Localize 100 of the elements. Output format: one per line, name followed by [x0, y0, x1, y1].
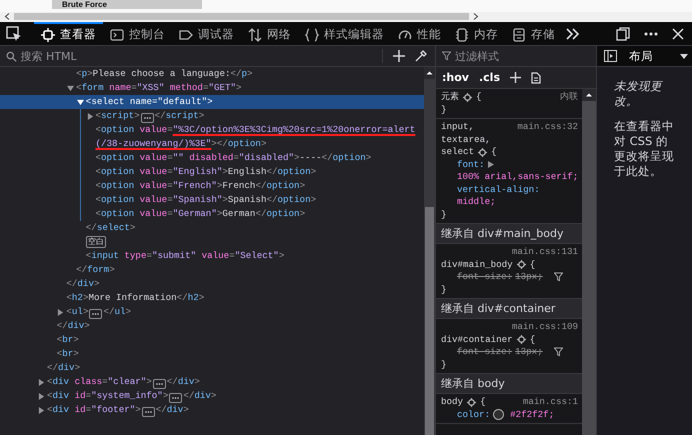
expand-toggle-icon[interactable]	[86, 112, 94, 120]
css-value[interactable]: 100% arial,sans-serif;	[457, 171, 578, 184]
rule-source-link[interactable]: main.css:1	[522, 396, 578, 408]
inherited-header: 继承自 div#container	[436, 299, 582, 319]
layout-tab[interactable]: 布局	[629, 48, 653, 64]
ellipsis-icon[interactable]	[169, 393, 182, 403]
css-value[interactable]: 13px;	[515, 271, 543, 284]
storage-icon	[512, 28, 526, 42]
devtools-tab[interactable]: 查看器	[34, 22, 103, 45]
vertical-scrollbar[interactable]	[424, 67, 435, 435]
devtools-tab[interactable]: 存储	[505, 22, 562, 45]
expand-toggle-icon[interactable]	[488, 161, 494, 168]
filter-icon	[442, 51, 452, 61]
style-editor-icon	[305, 28, 319, 42]
add-icon[interactable]	[510, 72, 521, 83]
markup-line[interactable]: </div>	[0, 277, 424, 291]
devtools-tab[interactable]: 调试器	[172, 22, 241, 45]
markup-line[interactable]: <form name="XSS" method="GET">	[0, 81, 424, 95]
markup-line[interactable]: <div class="clear"> </div>	[0, 375, 424, 389]
close-icon[interactable]	[672, 28, 684, 40]
inspector-icon	[41, 28, 55, 42]
rule-selector: 元素	[441, 91, 459, 104]
css-property[interactable]: font:	[457, 158, 485, 171]
markup-line[interactable]: </div>	[0, 361, 424, 375]
expand-toggle-icon[interactable]	[38, 406, 45, 414]
rule-selector: body	[441, 396, 464, 408]
ellipsis-icon[interactable]	[152, 379, 166, 389]
markup-line[interactable]: <div id="system_info"> </div>	[0, 389, 424, 403]
eyedropper-icon[interactable]	[415, 50, 427, 62]
dock-icon[interactable]	[616, 26, 630, 40]
sidebar-toggle-icon[interactable]	[604, 50, 617, 62]
class-toggle[interactable]: .cls	[478, 71, 500, 84]
css-property[interactable]: color:	[457, 408, 490, 421]
css-property[interactable]: font-size:	[457, 271, 512, 284]
css-value[interactable]: #2f2f2f;	[510, 408, 554, 421]
page-button[interactable]: Brute Force	[52, 0, 202, 9]
brace: {	[480, 396, 486, 408]
css-value[interactable]: 13px;	[515, 346, 543, 358]
css-value[interactable]: middle;	[457, 196, 496, 208]
target-icon[interactable]	[516, 335, 526, 344]
rule-selector: select	[441, 146, 474, 158]
console-icon	[110, 28, 124, 42]
devtools-tab[interactable]: 性能	[391, 22, 448, 45]
css-property[interactable]: font-size:	[457, 346, 512, 358]
devtools-tab[interactable]: 内存	[448, 22, 505, 45]
expand-toggle-icon[interactable]	[38, 392, 45, 400]
markup-line[interactable]: <input type="submit" value="Select">	[0, 249, 424, 263]
devtools-tab[interactable]: 控制台	[103, 22, 172, 45]
filter-icon[interactable]	[554, 347, 563, 358]
markup-line[interactable]: <ul> </ul>	[0, 305, 424, 319]
search-field[interactable]: 搜索 HTML	[20, 50, 372, 62]
markup-line[interactable]: 空白	[0, 235, 424, 249]
devtools-tab[interactable]: 样式编辑器	[298, 22, 391, 45]
markup-line[interactable]: <div id="footer"> </div>	[0, 403, 424, 417]
target-icon[interactable]	[516, 260, 526, 270]
vertical-scrollbar[interactable]	[582, 89, 596, 435]
scroll-up-icon[interactable]	[424, 67, 435, 79]
css-property[interactable]: vertical-align:	[457, 184, 540, 196]
devtools-tab[interactable]: 网络	[241, 22, 298, 45]
expand-toggle-icon[interactable]	[57, 308, 64, 316]
expand-toggle-icon[interactable]	[76, 98, 84, 106]
rule-selector: textarea,	[441, 134, 491, 146]
markup-line[interactable]: <br>	[0, 347, 424, 361]
rule-source-link[interactable]: main.css:32	[517, 121, 578, 134]
document-icon[interactable]	[531, 72, 541, 84]
brace: {	[530, 258, 536, 271]
dropdown-icon[interactable]	[680, 54, 688, 58]
horizontal-scrollbar[interactable]	[0, 12, 692, 21]
markup-line[interactable]: <br>	[0, 333, 424, 347]
markup-line[interactable]: <h2>More Information</h2>	[0, 291, 424, 305]
markup-line[interactable]: </form>	[0, 263, 424, 277]
expand-toggle-icon[interactable]	[67, 84, 74, 92]
more-options-icon[interactable]	[644, 32, 658, 36]
filter-icon[interactable]	[554, 272, 563, 282]
rule-source-link[interactable]: main.css:131	[512, 246, 578, 258]
ellipsis-icon[interactable]	[142, 407, 155, 417]
filter-styles-field[interactable]: 过滤样式	[436, 46, 596, 67]
element-picker-icon[interactable]	[6, 26, 22, 42]
markup-line[interactable]: </select>	[0, 221, 424, 235]
color-swatch[interactable]	[493, 409, 504, 420]
brace: }	[441, 104, 448, 116]
target-icon[interactable]	[463, 92, 472, 102]
rule-selector: input,	[441, 121, 474, 134]
markup-line[interactable]: </div>	[0, 319, 424, 333]
expand-toggle-icon[interactable]	[38, 378, 45, 386]
ellipsis-icon[interactable]	[89, 309, 102, 319]
scroll-up-icon[interactable]	[582, 89, 596, 101]
add-icon[interactable]	[393, 50, 405, 62]
rule-source-link[interactable]: 内联	[560, 91, 578, 104]
target-icon[interactable]	[478, 148, 488, 157]
chevron-right-icon[interactable]	[566, 28, 580, 40]
debugger-icon	[179, 28, 193, 42]
filter-input[interactable]: 过滤样式	[455, 50, 588, 62]
hover-toggle[interactable]: :hov	[442, 71, 469, 84]
target-icon[interactable]	[467, 398, 476, 407]
memory-icon	[455, 28, 469, 42]
performance-icon	[398, 28, 412, 42]
markup-line[interactable]: <p>Please choose a language:</p>	[0, 67, 424, 81]
inherited-header: 继承自 body	[436, 374, 582, 394]
rule-source-link[interactable]: main.css:109	[512, 321, 578, 334]
